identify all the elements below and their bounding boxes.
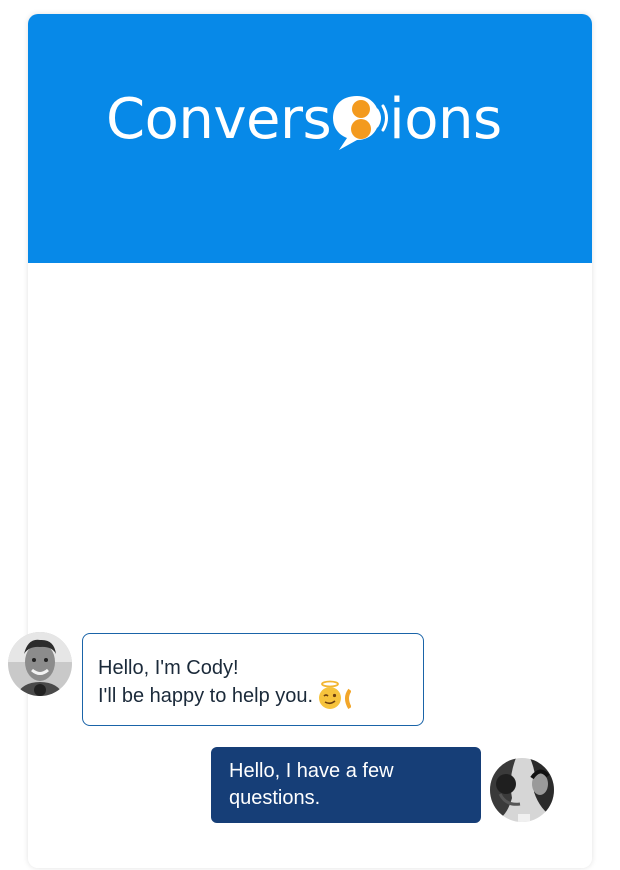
user-avatar-icon [490,758,554,822]
agent-message-line-1: Hello, I'm Cody! [98,657,239,679]
logo-text-before: Convers [106,87,332,152]
agent-message-line-2: I'll be happy to help you. [98,680,409,710]
user-message-bubble: Hello, I have a few questions. [211,747,481,823]
chat-widget: Convers ions [28,14,592,868]
speech-bubble-logo-icon [333,96,389,150]
brand-logo: Convers ions [106,88,502,152]
user-message-text: Hello, I have a few questions. [229,760,394,809]
agent-message-line-2-text: I'll be happy to help you. [98,685,314,707]
agent-message-bubble: Hello, I'm Cody! I'll be happy to help y… [82,633,424,726]
chat-header: Convers ions [28,14,592,263]
logo-text-after: ions [389,87,502,152]
halo-wink-emoji-icon [319,680,352,709]
agent-avatar-icon [8,632,72,696]
